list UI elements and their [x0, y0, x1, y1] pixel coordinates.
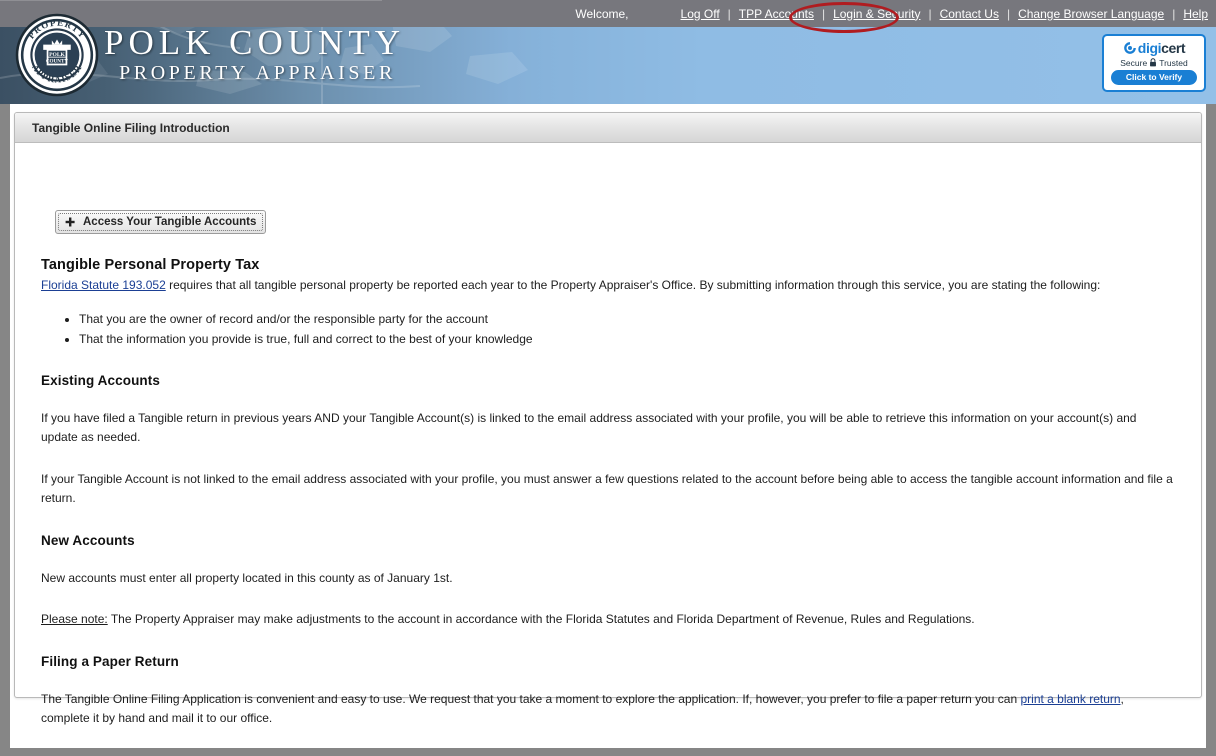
nav-link-help[interactable]: Help: [1183, 7, 1208, 21]
brand-title: POLK COUNTY PROPERTY APPRAISER: [104, 23, 405, 85]
digicert-verify-button[interactable]: Click to Verify: [1111, 70, 1197, 85]
paper-return-paragraph: The Tangible Online Filing Application i…: [41, 690, 1175, 729]
nav-link-contact-us[interactable]: Contact Us: [940, 7, 999, 21]
site-header-banner: Welcome, Log Off | TPP Accounts | Login …: [0, 0, 1216, 104]
nav-link-tpp-accounts[interactable]: TPP Accounts: [739, 7, 814, 21]
nav-separator: |: [1172, 6, 1176, 21]
intro-paragraph-text: requires that all tangible personal prop…: [165, 278, 1101, 292]
svg-text:POLK: POLK: [49, 52, 65, 58]
digicert-text-cert: cert: [1161, 39, 1186, 56]
link-florida-statute[interactable]: Florida Statute 193.052: [41, 278, 166, 292]
please-note-text: The Property Appraiser may make adjustme…: [107, 612, 975, 626]
nav-separator: |: [1006, 6, 1011, 21]
digicert-text-digi: digi: [1137, 39, 1162, 56]
lock-icon: [1150, 58, 1157, 67]
digicert-trusted-label: Trusted: [1159, 57, 1188, 68]
nav-link-change-browser-language[interactable]: Change Browser Language: [1018, 7, 1164, 21]
heading-filing-paper-return: Filing a Paper Return: [41, 653, 179, 669]
nav-separator: |: [821, 6, 826, 21]
digicert-secure-label: Secure: [1120, 57, 1148, 68]
access-button-container: Access Your Tangible Accounts: [41, 143, 1175, 234]
top-navigation: Welcome, Log Off | TPP Accounts | Login …: [575, 0, 1208, 27]
nav-separator: |: [727, 6, 731, 21]
digicert-text: digicert: [1137, 39, 1186, 56]
existing-accounts-paragraph-1: If you have filed a Tangible return in p…: [41, 410, 1137, 445]
nav-link-log-off[interactable]: Log Off: [681, 7, 720, 21]
please-note-paragraph: Please note: The Property Appraiser may …: [41, 610, 1175, 630]
svg-text:COUNTY: COUNTY: [46, 59, 69, 65]
list-item: That the information you provide is true…: [79, 329, 1175, 349]
intro-paragraph: Florida Statute 193.052 requires that al…: [41, 276, 1175, 296]
please-note-label: Please note:: [41, 612, 108, 626]
link-print-blank-return[interactable]: print a blank return: [1020, 692, 1120, 706]
new-accounts-paragraph-1: New accounts must enter all property loc…: [41, 570, 453, 585]
page-root: Welcome, Log Off | TPP Accounts | Login …: [0, 0, 1216, 756]
brand-line-appraiser: PROPERTY APPRAISER: [119, 62, 396, 84]
panel-title: Tangible Online Filing Introduction: [32, 120, 230, 135]
digicert-trust-badge[interactable]: digicert Secure Trusted Click to Verify: [1102, 34, 1206, 92]
existing-accounts-paragraph-2: If your Tangible Account is not linked t…: [41, 471, 1173, 506]
digicert-logo-icon: [1123, 41, 1136, 54]
main-content-panel: Tangible Online Filing Introduction Acce…: [14, 112, 1202, 756]
plus-icon: [65, 217, 75, 227]
statement-bullet-list: That you are the owner of record and/or …: [41, 309, 1175, 349]
digicert-secure-trusted: Secure Trusted: [1104, 56, 1204, 69]
access-tangible-accounts-button[interactable]: Access Your Tangible Accounts: [55, 210, 267, 234]
nav-link-login-security[interactable]: Login & Security: [833, 7, 920, 21]
heading-tangible-personal-property-tax: Tangible Personal Property Tax: [41, 257, 260, 273]
heading-existing-accounts: Existing Accounts: [41, 372, 160, 388]
digicert-wordmark: digicert: [1104, 39, 1204, 56]
panel-body: Access Your Tangible Accounts Tangible P…: [15, 143, 1201, 756]
nav-separator: |: [928, 6, 932, 21]
panel-title-bar: Tangible Online Filing Introduction: [15, 113, 1201, 143]
getting-started-line: Please view the Getting Started page for…: [41, 753, 1175, 756]
list-item: That you are the owner of record and/or …: [79, 309, 1175, 329]
welcome-label: Welcome,: [575, 6, 629, 21]
paper-return-text-before: The Tangible Online Filing Application i…: [41, 691, 1021, 706]
heading-new-accounts: New Accounts: [41, 532, 135, 548]
access-button-label: Access Your Tangible Accounts: [83, 216, 257, 228]
brand-line-county: POLK COUNTY: [104, 23, 405, 62]
polk-county-seal-logo: POLK COUNTY PROPERTY APPRAISER: [15, 13, 99, 97]
